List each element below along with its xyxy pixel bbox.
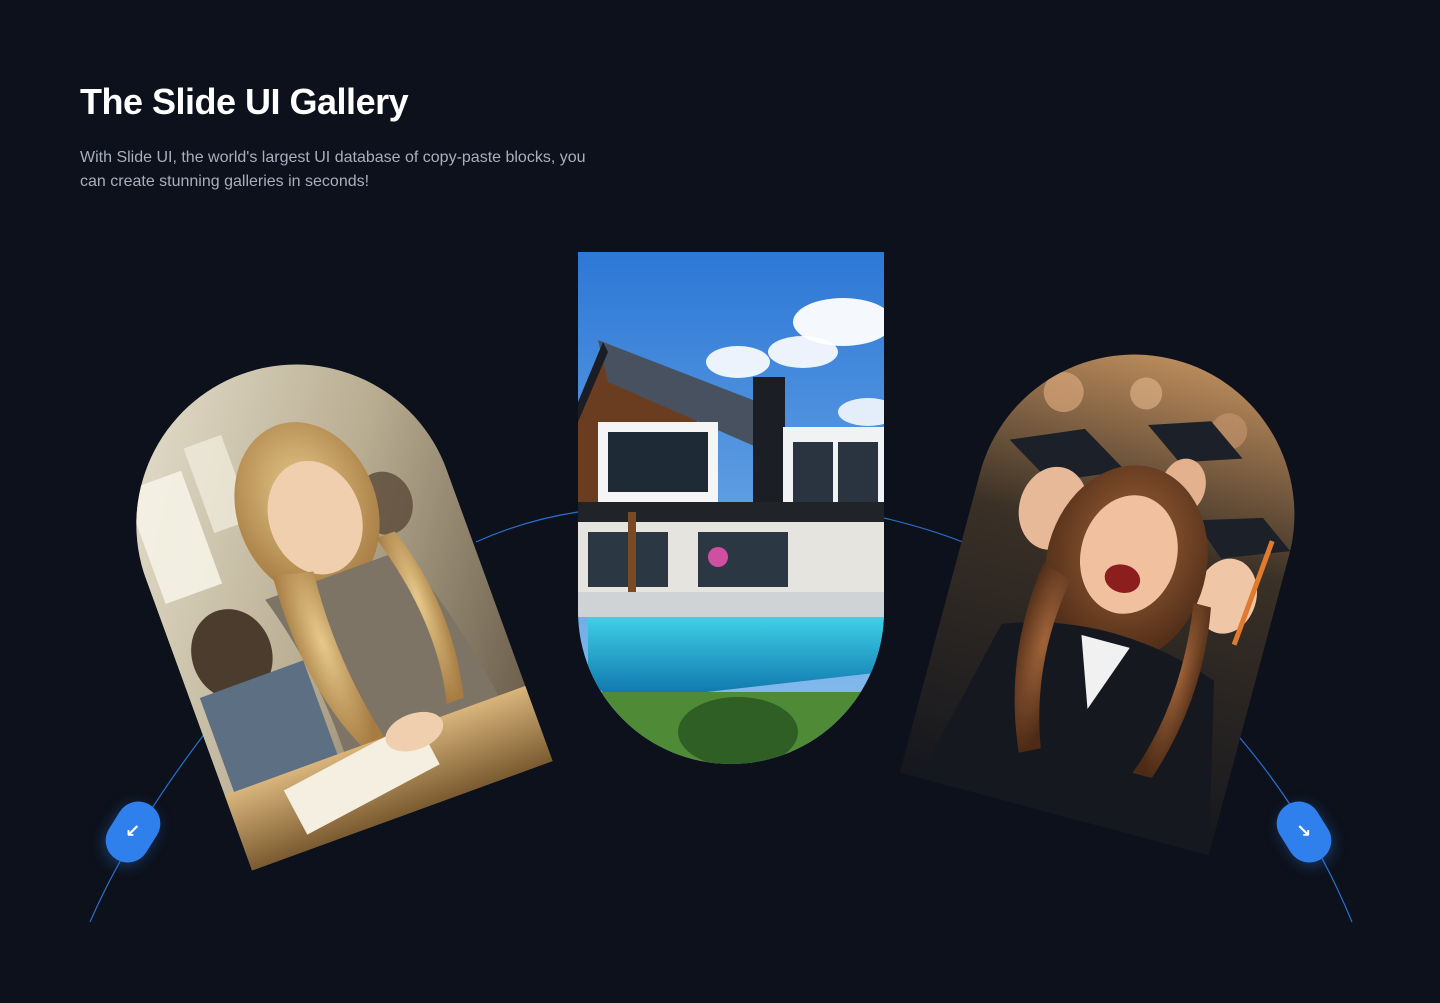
modern-house-with-pool-image[interactable] — [578, 252, 884, 764]
gallery-page: The Slide UI Gallery With Slide UI, the … — [0, 0, 1440, 1003]
page-subtitle: With Slide UI, the world's largest UI da… — [80, 149, 586, 190]
arrow-down-right-icon: ↘ — [1296, 821, 1312, 842]
arrow-down-left-icon: ↙ — [125, 821, 141, 842]
previous-slide-button[interactable]: ↙ — [97, 793, 169, 871]
student-in-classroom-image[interactable] — [91, 319, 553, 871]
page-title: The Slide UI Gallery — [80, 81, 409, 122]
next-slide-button[interactable]: ↘ — [1268, 793, 1340, 871]
gallery-header: The Slide UI Gallery With Slide UI, the … — [80, 80, 640, 194]
graduates-celebrating-image[interactable] — [899, 318, 1331, 856]
